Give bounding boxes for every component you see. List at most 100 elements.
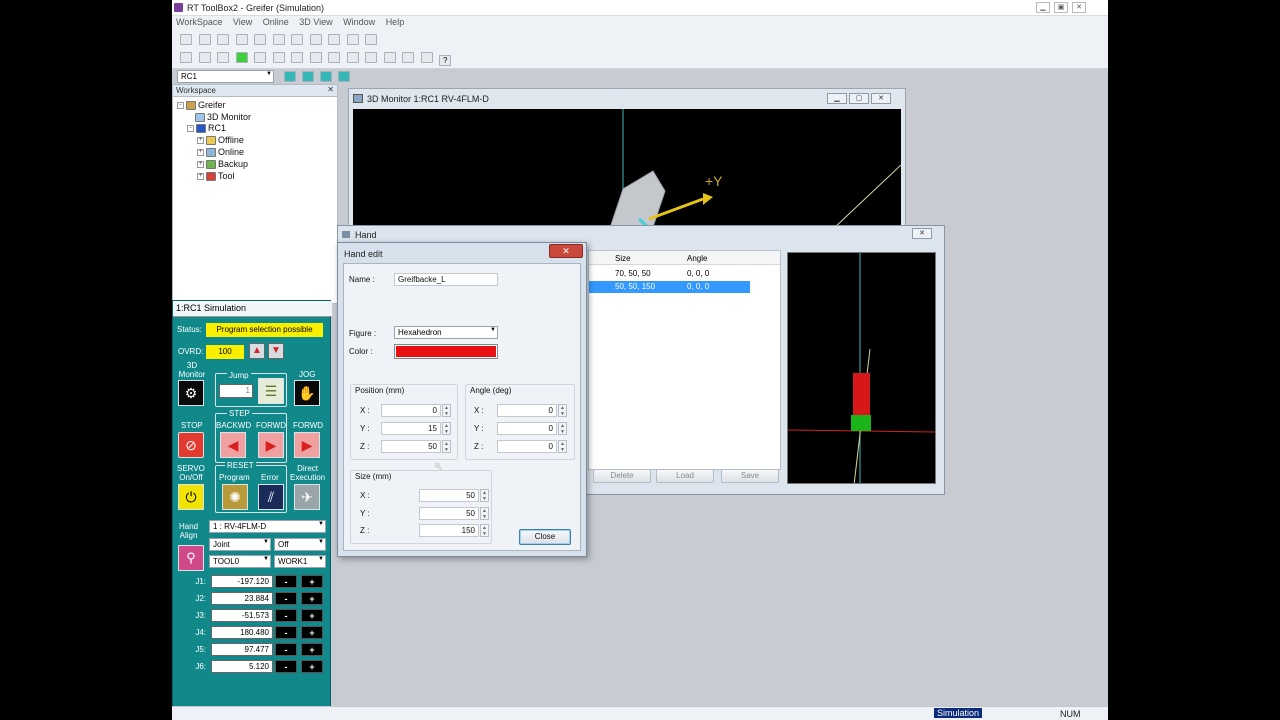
hand-window-close-button[interactable]: ✕ [912, 228, 932, 239]
panel-icon[interactable] [272, 52, 285, 63]
tile-vertical-icon[interactable] [346, 52, 359, 63]
ovrd-down-button[interactable]: ▼ [268, 343, 284, 359]
jog-button[interactable]: ✋ [294, 380, 320, 406]
help-icon[interactable]: ? [439, 55, 452, 66]
pos-x-field[interactable]: 0 [381, 404, 441, 417]
size-y-spinner[interactable]: ▲ ▼ [480, 507, 489, 520]
size-x-field[interactable]: 50 [419, 489, 479, 502]
expand-icon[interactable]: + [197, 172, 204, 180]
new-file-icon[interactable] [198, 52, 211, 63]
tree-item-tool[interactable]: + Tool [197, 171, 235, 181]
expand-icon[interactable]: + [197, 160, 204, 168]
size-y-field[interactable]: 50 [419, 507, 479, 520]
joint-minus-button[interactable]: - [275, 575, 297, 588]
tree-item-offline[interactable]: + Offline [197, 135, 244, 145]
joint-plus-button[interactable]: + [301, 609, 323, 622]
jump-button[interactable]: ☰ [258, 378, 284, 404]
restore-button[interactable]: ▣ [1054, 2, 1068, 13]
page-icon[interactable] [346, 34, 359, 45]
hand-list[interactable]: Size Angle 70, 50, 50 0, 0, 0 50, 50, 15… [588, 250, 781, 470]
online-green-icon[interactable] [235, 52, 248, 63]
size-x-spinner[interactable]: ▲ ▼ [480, 489, 489, 502]
menu-help[interactable]: Help [382, 16, 409, 28]
sim-tool-icon-4[interactable] [338, 71, 350, 82]
ovrd-value[interactable]: 100 [206, 345, 244, 359]
open-icon[interactable] [180, 52, 192, 63]
edit-icon[interactable] [272, 34, 285, 45]
joint-minus-button[interactable]: - [275, 643, 297, 656]
expand-icon[interactable]: + [197, 136, 204, 144]
joint-plus-button[interactable]: + [301, 643, 323, 656]
ang-z-field[interactable]: 0 [497, 440, 557, 453]
menu-3d-view[interactable]: 3D View [295, 16, 336, 28]
filter-icon[interactable] [309, 34, 322, 45]
tree-item-online[interactable]: + Online [197, 147, 244, 157]
reset-program-button[interactable]: ✺ [222, 484, 248, 510]
close-button[interactable]: ✕ [1072, 2, 1086, 13]
pos-y-spinner[interactable]: ▲ ▼ [442, 422, 451, 435]
tool-select[interactable]: TOOL0 ▼ [209, 555, 271, 568]
menu-workspace[interactable]: WorkSpace [172, 16, 226, 28]
step-forward-button[interactable]: ▶ [258, 432, 284, 458]
sim-tool-icon-3[interactable] [320, 71, 332, 82]
column-angle[interactable]: Angle [687, 254, 707, 263]
joint-minus-button[interactable]: - [275, 609, 297, 622]
joint-minus-button[interactable]: - [275, 592, 297, 605]
tile-icon[interactable] [328, 34, 341, 45]
ang-x-field[interactable]: 0 [497, 404, 557, 417]
save-icon[interactable] [180, 34, 192, 45]
minimize-button[interactable]: ▁ [1036, 2, 1050, 13]
tree-item-backup[interactable]: + Backup [197, 159, 248, 169]
document-icon[interactable] [254, 34, 267, 45]
ang-y-spinner[interactable]: ▲ ▼ [558, 422, 567, 435]
save-button[interactable]: Save [721, 469, 779, 483]
pos-z-spinner[interactable]: ▲ ▼ [442, 440, 451, 453]
tree-item-rc1[interactable]: - RC1 [187, 123, 226, 133]
menu-view[interactable]: View [229, 16, 256, 28]
paste-icon[interactable] [235, 34, 248, 45]
disk3-icon[interactable] [402, 52, 415, 63]
close-dialog-button[interactable]: Close [519, 529, 571, 545]
upload-icon[interactable] [291, 34, 304, 45]
ang-y-field[interactable]: 0 [497, 422, 557, 435]
copy-icon[interactable] [217, 34, 230, 45]
delete-button[interactable]: Delete [593, 469, 651, 483]
robot-select[interactable]: 1 : RV-4FLM-D ▼ [209, 520, 326, 533]
pos-y-field[interactable]: 15 [381, 422, 441, 435]
ovrd-up-button[interactable]: ▲ [249, 343, 265, 359]
sim-tool-icon-1[interactable] [284, 71, 296, 82]
cut-icon[interactable] [198, 34, 211, 45]
monitor3d-button[interactable]: ⚙ [178, 380, 204, 406]
monitor-close-button[interactable]: ✕ [871, 93, 891, 104]
work-select[interactable]: WORK1 ▼ [274, 555, 326, 568]
run-forward-button[interactable]: ▶ [294, 432, 320, 458]
monitor-maximize-button[interactable]: ▢ [849, 93, 869, 104]
pos-z-field[interactable]: 50 [381, 440, 441, 453]
direct-execution-button[interactable]: ✈ [294, 484, 320, 510]
disk2-icon[interactable] [383, 52, 396, 63]
robot-combo[interactable]: RC1 ▼ [177, 70, 274, 83]
hand-edit-close-icon[interactable]: ✕ [549, 244, 583, 258]
joint-plus-button[interactable]: + [301, 592, 323, 605]
joint-plus-button[interactable]: + [301, 626, 323, 639]
menu-online[interactable]: Online [259, 16, 293, 28]
properties-icon[interactable] [217, 52, 230, 63]
servo-button[interactable]: ⏻ [178, 484, 204, 510]
size-z-field[interactable]: 150 [419, 524, 479, 537]
ang-z-spinner[interactable]: ▲ ▼ [558, 440, 567, 453]
workspace-close-icon[interactable]: ✕ [327, 85, 334, 94]
collapse-icon[interactable]: - [187, 124, 194, 132]
jump-field[interactable]: 1 [219, 384, 253, 398]
pos-x-spinner[interactable]: ▲ ▼ [442, 404, 451, 417]
joint-plus-button[interactable]: + [301, 575, 323, 588]
step-backward-button[interactable]: ◀ [220, 432, 246, 458]
joint-minus-button[interactable]: - [275, 660, 297, 673]
hand-preview-viewport[interactable] [787, 252, 936, 484]
name-field[interactable]: Greifbacke_L [394, 273, 498, 286]
inching-select[interactable]: Off ▼ [274, 538, 326, 551]
ang-x-spinner[interactable]: ▲ ▼ [558, 404, 567, 417]
figure-select[interactable]: Hexahedron ▼ [394, 326, 498, 339]
jog-mode-select[interactable]: Joint ▼ [209, 538, 271, 551]
column-size[interactable]: Size [615, 254, 631, 263]
print-icon[interactable] [420, 52, 433, 63]
